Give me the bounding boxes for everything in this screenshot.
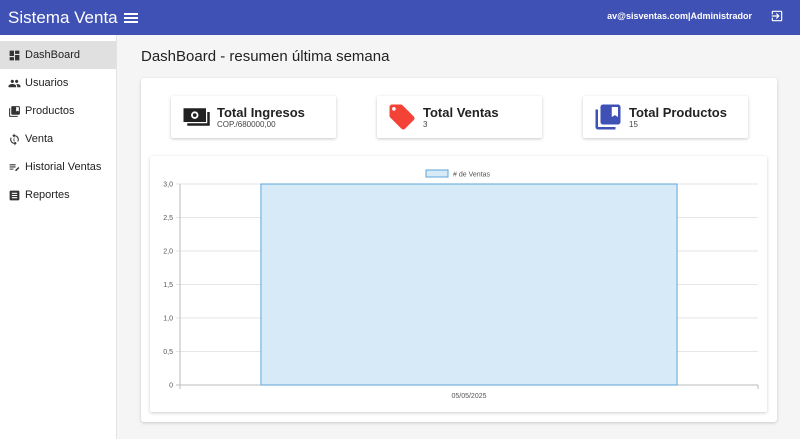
svg-text:$: $	[13, 138, 16, 142]
top-app-bar: Sistema Venta av@sisventas.com|Administr…	[0, 0, 800, 35]
card-total-ventas: Total Ventas 3	[377, 96, 542, 138]
user-info: av@sisventas.com|Administrador	[607, 11, 752, 21]
sale-icon: $	[10, 133, 19, 145]
legend-label: # de Ventas	[453, 172, 490, 179]
users-icon	[8, 79, 21, 87]
sales-chart-svg: 0 0,5 1,0 1,5 2,0 2,5 3,0 05/05/2025 # de Ventas	[163, 169, 759, 400]
sidebar-item-label: Venta	[25, 133, 54, 145]
reports-icon	[9, 190, 20, 200]
y-tick-label: 1,0	[163, 316, 173, 323]
card-title: Total Ingresos	[217, 104, 305, 120]
sidebar-item-label: DashBoard	[25, 49, 81, 61]
app-title: Sistema Venta	[8, 7, 118, 27]
library-icon	[595, 104, 621, 130]
tag-icon	[389, 104, 415, 130]
card-value: 3	[423, 119, 428, 129]
sidebar-item-usuarios[interactable]: Usuarios	[0, 69, 116, 97]
logout-icon[interactable]	[770, 9, 784, 23]
sidebar-item-productos[interactable]: Productos	[0, 97, 116, 125]
bar	[260, 183, 678, 386]
card-title: Total Ventas	[423, 104, 499, 120]
history-icon	[9, 163, 20, 171]
money-icon	[183, 108, 210, 126]
card-value: 15	[629, 119, 638, 129]
dashboard-panel: Total Ingresos COP./680000,00 Total Vent…	[141, 78, 777, 422]
sidebar-item-label: Productos	[25, 105, 75, 117]
card-total-ingresos: Total Ingresos COP./680000,00	[171, 96, 336, 138]
card-title: Total Productos	[629, 104, 727, 120]
y-tick-label: 0	[169, 383, 173, 390]
y-tick-label: 0,5	[163, 349, 173, 356]
products-icon	[9, 105, 20, 117]
sidebar-item-dashboard[interactable]: DashBoard	[0, 41, 116, 69]
menu-toggle-button[interactable]	[123, 12, 138, 24]
sidebar-item-historial-ventas[interactable]: Historial Ventas	[0, 153, 116, 181]
sidebar-item-reportes[interactable]: Reportes	[0, 181, 116, 209]
sales-chart: 0 0,5 1,0 1,5 2,0 2,5 3,0 05/05/2025 # de Ventas	[150, 156, 767, 412]
sidebar-item-label: Historial Ventas	[25, 161, 102, 173]
y-tick-label: 3,0	[163, 182, 173, 189]
sidebar-item-label: Reportes	[25, 189, 70, 201]
y-tick-label: 1,5	[163, 282, 173, 289]
card-value: COP./680000,00	[217, 119, 276, 129]
page-title: DashBoard - resumen última semana	[141, 48, 390, 65]
y-tick-label: 2,5	[163, 215, 173, 222]
x-tick-label: 05/05/2025	[451, 393, 486, 400]
y-tick-label: 2,0	[163, 249, 173, 256]
menu-icon	[123, 12, 138, 15]
dashboard-icon	[9, 50, 20, 60]
sidebar-item-venta[interactable]: $ Venta	[0, 125, 116, 153]
sidebar: DashBoard Usuarios Productos $ Venta His…	[0, 35, 117, 439]
sidebar-item-label: Usuarios	[25, 77, 69, 89]
legend-swatch	[425, 169, 449, 178]
card-total-productos: Total Productos 15	[583, 96, 748, 138]
